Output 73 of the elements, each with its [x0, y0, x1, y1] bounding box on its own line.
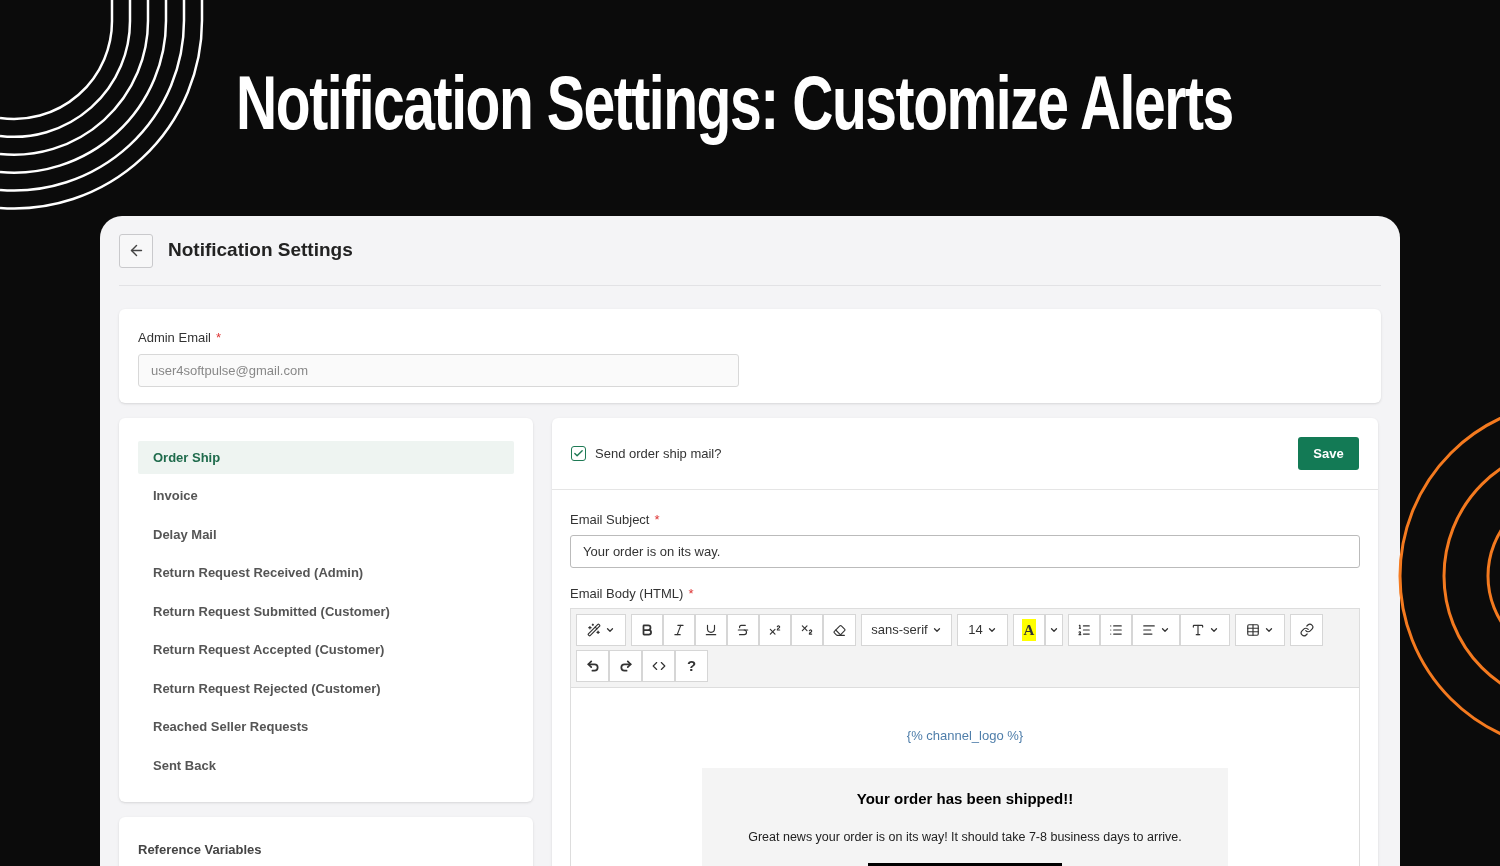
- caret-icon: [1160, 625, 1170, 635]
- save-button[interactable]: Save: [1298, 437, 1359, 470]
- redo-button[interactable]: [609, 650, 642, 682]
- text-height-icon: [1191, 623, 1205, 637]
- strikethrough-button[interactable]: [727, 614, 759, 646]
- undo-button[interactable]: [576, 650, 609, 682]
- back-button[interactable]: [119, 233, 153, 268]
- link-button[interactable]: [1290, 614, 1323, 646]
- undo-icon: [585, 659, 600, 673]
- redo-icon: [618, 659, 633, 673]
- template-item[interactable]: Return Request Submitted (Customer): [138, 595, 514, 628]
- caret-icon: [1049, 625, 1059, 635]
- code-view-button[interactable]: [642, 650, 675, 682]
- subscript-button[interactable]: [791, 614, 823, 646]
- strikethrough-icon: [736, 623, 750, 637]
- template-item[interactable]: Sent Back: [138, 749, 514, 782]
- email-message: Great news your order is on its way! It should take 7-8 business days to arrive.: [748, 829, 1182, 846]
- font-dropdown[interactable]: sans-serif: [861, 614, 952, 646]
- checkbox[interactable]: [571, 446, 586, 461]
- bullet-list-button[interactable]: [1100, 614, 1132, 646]
- eraser-icon: [833, 623, 846, 637]
- field-label: Admin Email: [138, 329, 211, 347]
- headline: Notification Settings: Customize Alerts: [236, 59, 1233, 147]
- help-button[interactable]: ?: [675, 650, 708, 682]
- field-label: Email Subject: [570, 511, 650, 529]
- ordered-list-button[interactable]: [1068, 614, 1100, 646]
- caret-icon: [986, 625, 997, 635]
- email-heading: Your order has been shipped!!: [856, 788, 1074, 809]
- template-item[interactable]: Return Request Received (Admin): [138, 556, 514, 590]
- bullet-list-icon: [1109, 623, 1123, 637]
- caret-icon: [1264, 625, 1274, 635]
- superscript-button[interactable]: [759, 614, 791, 646]
- template-item[interactable]: Return Request Accepted (Customer): [138, 633, 514, 667]
- bold-button[interactable]: [631, 614, 663, 646]
- subject-field[interactable]: Your order is on its way.: [570, 534, 1360, 568]
- font-size-dropdown[interactable]: 14: [957, 614, 1008, 646]
- underline-button[interactable]: [695, 614, 727, 646]
- page-title: Notification Settings: [168, 238, 353, 263]
- caret-icon: [931, 625, 942, 635]
- superscript-icon: [768, 623, 782, 637]
- eraser-button[interactable]: [823, 614, 856, 646]
- underline-icon: [704, 623, 718, 637]
- field-label: Email Body (HTML): [570, 584, 684, 603]
- magic-wand-icon: [587, 623, 601, 637]
- table-icon: [1246, 623, 1260, 637]
- bold-icon: [640, 623, 654, 637]
- caret-icon: [605, 625, 615, 635]
- text-color-button[interactable]: A: [1013, 614, 1045, 646]
- align-dropdown[interactable]: [1132, 614, 1180, 646]
- italic-icon: [672, 623, 686, 637]
- card-title: Reference Variables: [138, 842, 262, 857]
- align-left-icon: [1142, 623, 1156, 637]
- template-item[interactable]: Order Ship: [138, 441, 514, 474]
- required-mark: *: [688, 584, 694, 603]
- caret-icon: [1209, 625, 1219, 635]
- table-dropdown[interactable]: [1235, 614, 1285, 646]
- link-icon: [1299, 623, 1314, 637]
- template-item[interactable]: Return Request Rejected (Customer): [138, 672, 514, 705]
- checkbox-label: Send order ship mail?: [595, 444, 722, 463]
- admin-email-field[interactable]: user4softpulse@gmail.com: [138, 353, 739, 387]
- magic-wand-button[interactable]: [576, 614, 626, 646]
- template-item[interactable]: Delay Mail: [138, 518, 514, 551]
- required-mark: *: [654, 511, 660, 529]
- line-height-dropdown[interactable]: [1180, 614, 1230, 646]
- color-dropdown[interactable]: [1045, 614, 1063, 646]
- code-icon: [651, 659, 666, 673]
- subscript-icon: [800, 623, 814, 637]
- template-item[interactable]: Reached Seller Requests: [138, 710, 514, 744]
- checkmark-icon: [573, 448, 584, 459]
- ordered-list-icon: [1077, 623, 1091, 637]
- logo-placeholder: {% channel_logo %}: [906, 727, 1024, 745]
- template-item[interactable]: Invoice: [138, 479, 514, 513]
- required-mark: *: [215, 329, 222, 347]
